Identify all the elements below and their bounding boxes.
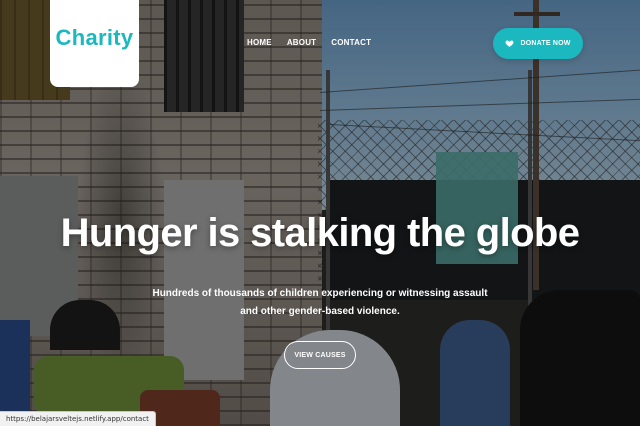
nav-home[interactable]: HOME (247, 38, 272, 47)
nav-about[interactable]: ABOUT (287, 38, 316, 47)
heart-icon (505, 40, 514, 47)
view-causes-label: VIEW CAUSES (294, 351, 346, 359)
hero-headline: Hunger is stalking the globe (60, 211, 580, 255)
donate-button[interactable]: DONATE NOW (493, 28, 583, 59)
hero-subtext-line-2: and other gender-based violence. (240, 306, 400, 317)
main-nav: HOME ABOUT CONTACT (247, 38, 371, 47)
link-status-bar: https://belajarsveltejs.netlify.app/cont… (0, 411, 156, 426)
nav-contact[interactable]: CONTACT (331, 38, 371, 47)
hero-subtext-line-1: Hundreds of thousands of children experi… (152, 288, 488, 299)
logo[interactable]: Charity (50, 0, 139, 87)
status-url: https://belajarsveltejs.netlify.app/cont… (6, 415, 149, 423)
donate-button-label: DONATE NOW (520, 40, 571, 47)
view-causes-button[interactable]: VIEW CAUSES (284, 341, 356, 369)
logo-text: Charity (55, 24, 134, 50)
hero-subtext: Hundreds of thousands of children experi… (0, 285, 640, 321)
